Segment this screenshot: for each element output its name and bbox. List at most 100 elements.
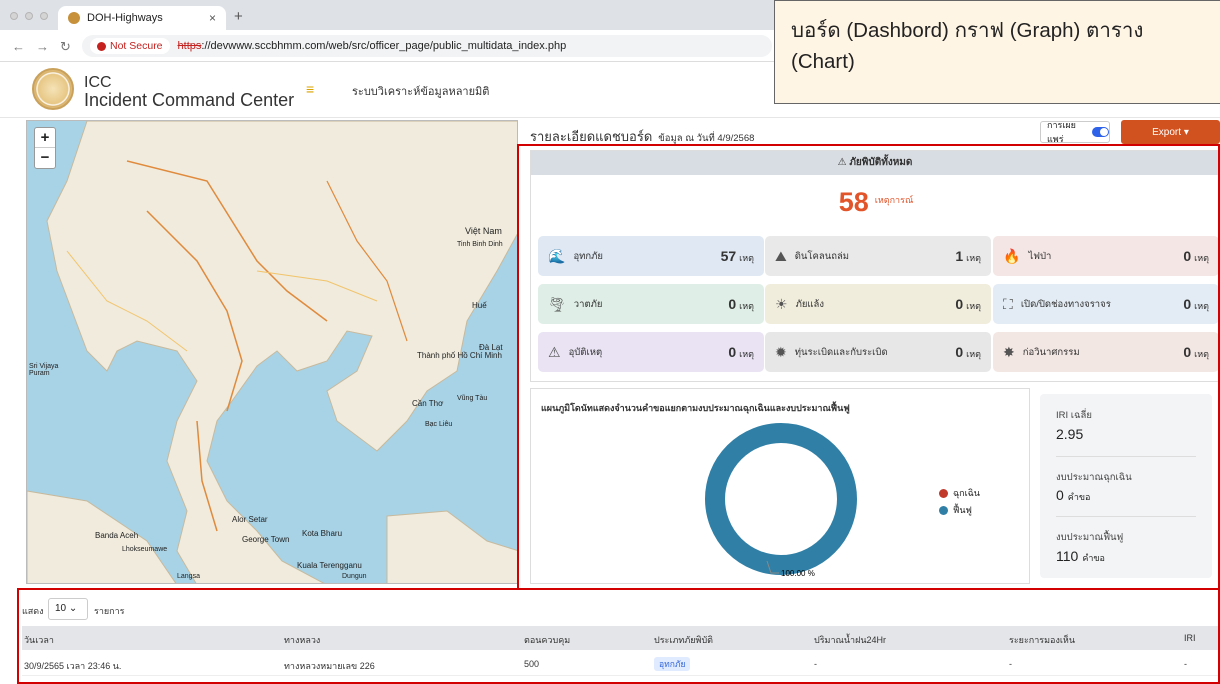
back-icon[interactable]: ←: [12, 39, 25, 54]
column-header[interactable]: ตอนควบคุม: [524, 633, 570, 647]
reload-icon[interactable]: ↻: [60, 39, 71, 55]
divider: [1056, 456, 1196, 457]
drought-icon: ☀: [775, 295, 788, 312]
export-button[interactable]: Export ▾: [1121, 120, 1220, 144]
legend-item[interactable]: ฟื้นฟู: [939, 503, 972, 517]
window-close-icon[interactable]: [10, 12, 18, 20]
publish-toggle[interactable]: การเผยแพร่: [1040, 120, 1110, 144]
hamburger-menu-icon[interactable]: ≡: [306, 81, 314, 97]
url-protocol: https: [177, 40, 202, 52]
map-label: Thành phố Hồ Chí Minh: [417, 351, 502, 360]
dashboard-title: รายละเอียดแดชบอร์ด ข้อมูล ณ วันที่ 4/9/25…: [530, 126, 754, 147]
disaster-card[interactable]: ✹ ทุ่นระเบิดและกับระเบิด 0 เหตุ: [765, 332, 991, 372]
url-field[interactable]: Not Secure https://devwww.sccbhmm.com/we…: [82, 35, 772, 57]
not-secure-badge[interactable]: Not Secure: [90, 38, 170, 54]
column-header[interactable]: วันเวลา: [24, 633, 54, 647]
map-zoom-control: + −: [34, 127, 56, 169]
accident-icon: ⚠: [548, 343, 561, 360]
browser-tab[interactable]: DOH-Highways ×: [58, 6, 226, 30]
card-label: ดินโคลนถล่ม: [794, 250, 850, 262]
total-header: ⚠ ภัยพิบัติทั้งหมด: [531, 151, 1219, 175]
emergency-value: 0 คำขอ: [1056, 487, 1091, 503]
data-date: ข้อมูล ณ วันที่ 4/9/2568: [658, 133, 755, 144]
legend-item[interactable]: ฉุกเฉิน: [939, 486, 980, 500]
recovery-label: งบประมาณฟื้นฟู: [1056, 532, 1124, 543]
card-value: 0 เหตุ: [1183, 295, 1209, 312]
traffic-lane-icon: ⛶: [1003, 295, 1013, 312]
site-favicon-icon: [68, 12, 80, 24]
disaster-card[interactable]: ⚠ อุบัติเหตุ 0 เหตุ: [538, 332, 764, 372]
window-zoom-icon[interactable]: [40, 12, 48, 20]
divider: [1056, 516, 1196, 517]
landmine-icon: ✹: [775, 343, 787, 360]
emergency-label: งบประมาณฉุกเฉิน: [1056, 472, 1132, 483]
column-header[interactable]: ประเภทภัยพิบัติ: [654, 633, 713, 647]
column-header[interactable]: ระยะการมองเห็น: [1009, 633, 1075, 647]
disaster-card[interactable]: ⛰ ดินโคลนถล่ม 1 เหตุ: [765, 236, 991, 276]
map-label: Cần Thơ: [412, 399, 444, 408]
card-label: อุบัติเหตุ: [568, 346, 603, 358]
brand-line-2: Incident Command Center: [84, 90, 295, 110]
disaster-type-badge: อุทกภัย: [654, 657, 691, 671]
table-cell: 30/9/2565 เวลา 23:46 น.: [24, 661, 122, 671]
map-label: Vũng Tàu: [457, 395, 488, 402]
card-value: 0 เหตุ: [955, 295, 981, 312]
iri-value: 2.95: [1056, 426, 1084, 442]
disaster-card[interactable]: ☀ ภัยแล้ง 0 เหตุ: [765, 284, 991, 324]
map-label: Langsa: [177, 573, 200, 580]
disaster-card[interactable]: 🌪 วาตภัย 0 เหตุ: [538, 284, 764, 324]
table-header: วันเวลา ทางหลวง ตอนควบคุม ประเภทภัยพิบัติ ปร…: [22, 626, 1220, 650]
show-label: แสดง: [22, 606, 44, 616]
card-value: 0 เหตุ: [1183, 343, 1209, 360]
landslide-icon: ⛰: [775, 247, 787, 264]
card-label: อุทกภัย: [573, 250, 603, 262]
donut-slice[interactable]: [705, 423, 857, 575]
nav-menu-item[interactable]: ระบบวิเคราะห์ข้อมูลหลายมิติ: [352, 82, 489, 100]
card-value: 0 เหตุ: [1183, 247, 1209, 264]
map-label: Dungun: [342, 573, 367, 580]
sabotage-icon: ✸: [1003, 343, 1015, 360]
department-seal-logo[interactable]: [32, 68, 74, 110]
window-minimize-icon[interactable]: [25, 12, 33, 20]
map-label: Kuala Terengganu: [297, 561, 362, 570]
column-header[interactable]: ปริมาณน้ำฝน24Hr: [814, 633, 886, 647]
table-cell: -: [814, 659, 817, 669]
page-size-select[interactable]: 10 ⌄: [48, 598, 88, 620]
forward-icon[interactable]: →: [36, 39, 49, 54]
donut-chart-panel: แผนภูมิโดนัทแสดงจำนวนคำขอแยกตามงบประมาณฉ…: [530, 388, 1030, 584]
map-view[interactable]: Thành phố Hồ Chí Minh Kuala Terengganu B…: [26, 120, 518, 584]
zoom-out-button[interactable]: −: [35, 148, 55, 168]
map-label: Sri Vijaya Puram: [29, 363, 59, 377]
column-header[interactable]: IRI: [1184, 633, 1196, 643]
disaster-card[interactable]: ✸ ก่อวินาศกรรม 0 เหตุ: [993, 332, 1219, 372]
wildfire-icon: 🔥: [1003, 247, 1021, 264]
chevron-down-icon: ⌄: [68, 603, 78, 614]
card-label: ภัยแล้ง: [795, 298, 824, 310]
table-cell: ทางหลวงหมายเลข 226: [284, 661, 375, 671]
total-unit: เหตุการณ์: [874, 195, 914, 205]
card-value: 1 เหตุ: [955, 247, 981, 264]
warning-icon: [97, 41, 106, 51]
card-value: 0 เหตุ: [728, 343, 754, 360]
card-value: 0 เหตุ: [955, 343, 981, 360]
disaster-card[interactable]: 🌊 อุทกภัย 57 เหตุ: [538, 236, 764, 276]
card-label: ทุ่นระเบิดและกับระเบิด: [794, 346, 888, 358]
column-header[interactable]: ทางหลวง: [284, 633, 320, 647]
map-label: Kota Bharu: [302, 529, 343, 538]
new-tab-icon[interactable]: +: [234, 8, 243, 25]
disaster-card[interactable]: 🔥 ไฟป่า 0 เหตุ: [993, 236, 1219, 276]
tab-close-icon[interactable]: ×: [209, 11, 216, 25]
legend-swatch: [939, 505, 948, 515]
map-label: Huế: [472, 301, 487, 310]
table-cell: 500: [524, 659, 540, 669]
disaster-card[interactable]: ⛶ เปิด/ปิดช่องทางจราจร 0 เหตุ: [993, 284, 1219, 324]
recovery-value: 110 คำขอ: [1056, 548, 1105, 564]
zoom-in-button[interactable]: +: [35, 128, 55, 148]
data-label: 100.00 %: [781, 569, 815, 578]
table-cell: -: [1184, 659, 1187, 669]
table-row[interactable]: 30/9/2565 เวลา 23:46 น. ทางหลวงหมายเลข 22…: [22, 652, 1220, 676]
card-label: ไฟป่า: [1028, 250, 1052, 262]
table-cell: อุทกภัย: [654, 657, 691, 671]
map-label: Lhokseumawe: [122, 546, 168, 553]
toggle-switch[interactable]: [1091, 127, 1109, 137]
